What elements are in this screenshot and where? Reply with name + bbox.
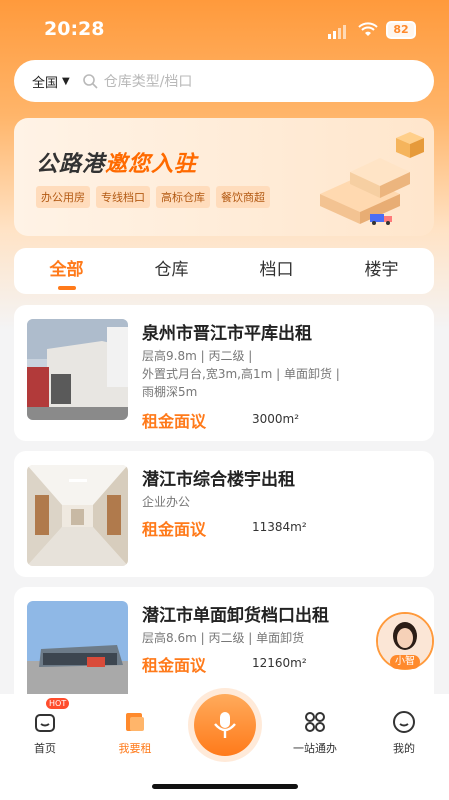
region-selector[interactable]: 全国 ▼ bbox=[32, 72, 70, 91]
banner-tag: 办公用房 bbox=[36, 186, 90, 208]
search-icon bbox=[82, 74, 98, 89]
nav-one-stop[interactable]: 一站通办 bbox=[280, 708, 350, 756]
nav-home[interactable]: 首页 bbox=[10, 708, 80, 756]
nav-rent[interactable]: 我要租 bbox=[100, 708, 170, 756]
listing-desc-line: 雨棚深5m bbox=[142, 385, 198, 399]
caret-down-icon: ▼ bbox=[62, 75, 70, 87]
listing-area: 12160m² bbox=[252, 656, 307, 670]
promo-banner[interactable]: 公路港邀您入驻 办公用房 专线档口 高标仓库 餐饮商超 bbox=[14, 118, 434, 236]
smile-icon bbox=[393, 711, 415, 733]
listing-area: 11384m² bbox=[252, 520, 307, 534]
category-tabs: 全部 仓库 档口 楼宇 bbox=[14, 248, 434, 294]
listing-title: 潜江市综合楼宇出租 bbox=[142, 470, 295, 490]
banner-tags: 办公用房 专线档口 高标仓库 餐饮商超 bbox=[36, 186, 270, 208]
banner-title-highlight: 邀您入驻 bbox=[105, 152, 198, 177]
listing-photo-corridor bbox=[27, 465, 128, 566]
listing-photo-stall bbox=[27, 601, 128, 702]
warehouse-illustration bbox=[320, 132, 424, 225]
banner-tag: 餐饮商超 bbox=[216, 186, 270, 208]
nav-mine[interactable]: 我的 bbox=[369, 708, 439, 756]
banner-title-prefix: 公路港 bbox=[36, 152, 106, 177]
rent-icon bbox=[126, 713, 144, 731]
listing-desc-line: 层高9.8m | 丙二级 | bbox=[142, 349, 253, 363]
nav-one-stop-label: 一站通办 bbox=[293, 742, 337, 755]
listing-title: 泉州市晋江市平库出租 bbox=[142, 324, 312, 344]
listing-description: 企业办公 bbox=[142, 493, 422, 511]
listing-photo-warehouse bbox=[27, 319, 128, 420]
listing-description: 层高9.8m | 丙二级 | 外置式月台,宽3m,高1m | 单面卸货 | 雨棚… bbox=[142, 347, 422, 401]
battery-indicator: 82 bbox=[386, 21, 416, 39]
signal-icon bbox=[328, 25, 346, 39]
tab-building[interactable]: 楼宇 bbox=[329, 248, 434, 294]
microphone-icon bbox=[214, 712, 236, 738]
listing-desc-line: 企业办公 bbox=[142, 495, 191, 509]
hot-badge: HOT bbox=[46, 698, 70, 709]
tab-warehouse[interactable]: 仓库 bbox=[119, 248, 224, 294]
listing-price: 租金面议 bbox=[142, 412, 207, 431]
banner-title: 公路港邀您入驻 bbox=[36, 146, 197, 178]
listing-title: 潜江市单面卸货档口出租 bbox=[142, 606, 329, 626]
search-bar[interactable]: 全国 ▼ 仓库类型/档口 bbox=[14, 60, 434, 102]
voice-button[interactable] bbox=[194, 694, 256, 756]
home-icon bbox=[35, 714, 55, 732]
assistant-label[interactable]: 小智 bbox=[390, 655, 420, 669]
wifi-icon bbox=[358, 22, 378, 36]
listing-card[interactable]: 潜江市单面卸货档口出租 层高8.6m | 丙二级 | 单面卸货 租金面议 121… bbox=[14, 587, 434, 707]
listing-price: 租金面议 bbox=[142, 656, 207, 675]
status-bar: 20:28 82 bbox=[0, 0, 449, 60]
tab-all[interactable]: 全部 bbox=[14, 248, 119, 294]
search-input[interactable]: 仓库类型/档口 bbox=[104, 71, 193, 91]
nav-rent-label: 我要租 bbox=[118, 742, 152, 755]
listing-area: 3000m² bbox=[252, 412, 300, 426]
nav-home-label: 首页 bbox=[34, 742, 56, 755]
nav-mine-label: 我的 bbox=[393, 742, 415, 755]
banner-tag: 专线档口 bbox=[96, 186, 150, 208]
region-label: 全国 bbox=[32, 75, 59, 91]
listing-card[interactable]: 潜江市综合楼宇出租 企业办公 租金面议 11384m² bbox=[14, 451, 434, 577]
tab-stall[interactable]: 档口 bbox=[224, 248, 329, 294]
home-indicator[interactable] bbox=[152, 784, 298, 789]
listing-desc-line: 外置式月台,宽3m,高1m | 单面卸货 | bbox=[142, 367, 340, 381]
listing-card[interactable]: 泉州市晋江市平库出租 层高9.8m | 丙二级 | 外置式月台,宽3m,高1m … bbox=[14, 305, 434, 441]
listing-price: 租金面议 bbox=[142, 520, 207, 539]
grid-icon bbox=[305, 712, 325, 732]
status-time: 20:28 bbox=[44, 18, 105, 40]
banner-tag: 高标仓库 bbox=[156, 186, 210, 208]
